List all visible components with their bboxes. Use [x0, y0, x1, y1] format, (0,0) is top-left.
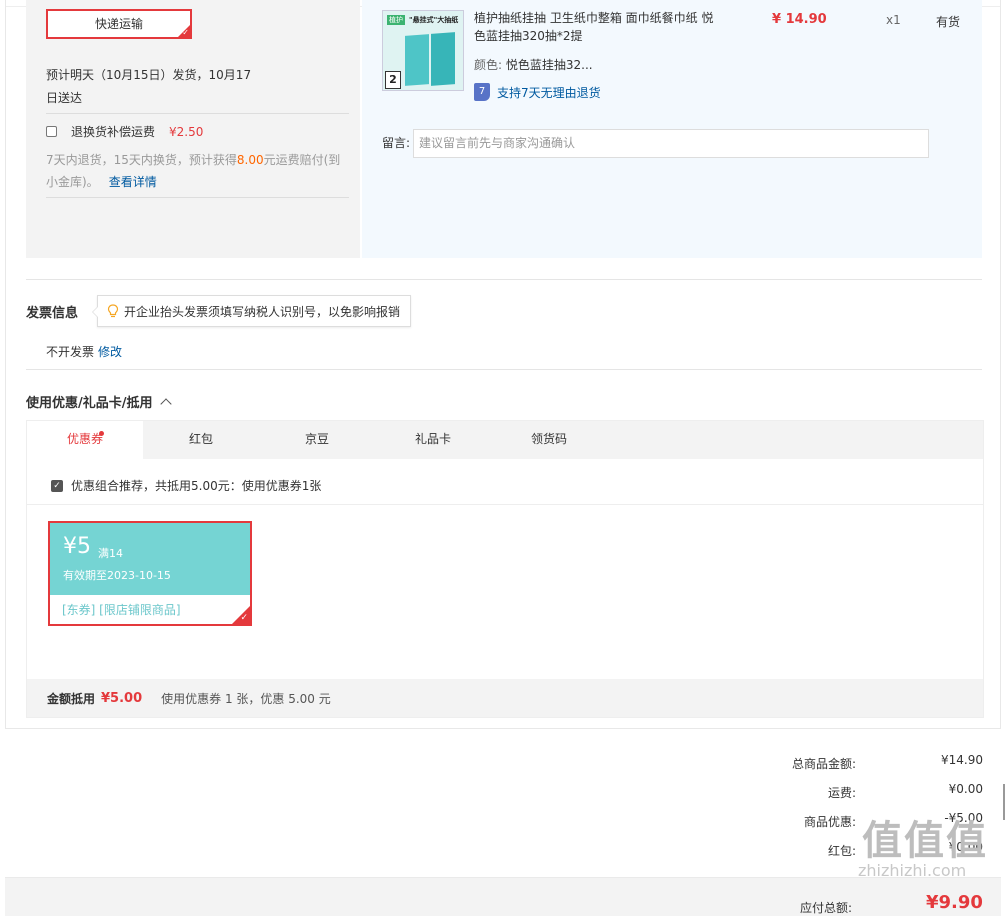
brand-tag: 植护 — [387, 15, 405, 25]
summary-amount: ¥5.00 — [101, 690, 143, 706]
watermark-url: zhizhizhi.com — [858, 861, 967, 880]
tab-coupons[interactable]: 优惠券 — [27, 421, 143, 459]
product-title[interactable]: 植护抽纸挂抽 卫生纸巾整箱 面巾纸餐巾纸 悦色蓝挂抽320抽*2提 — [474, 9, 719, 45]
tab-red-packets[interactable]: 红包 — [143, 421, 259, 459]
product-panel: 植护 "悬挂式"大抽纸 2 植护抽纸挂抽 卫生纸巾整箱 面巾纸餐巾纸 悦色蓝挂抽… — [362, 0, 982, 258]
scrollbar[interactable] — [1003, 784, 1005, 820]
divider — [26, 369, 982, 370]
coupon-section-title: 使用优惠/礼品卡/抵用 — [26, 396, 153, 411]
total-value: ¥0.00 — [948, 782, 983, 796]
total-label: 红包: — [827, 844, 856, 858]
coupon-tags: [东券] [限店铺限商品] — [62, 603, 181, 617]
payable-label: 应付总额: — [800, 901, 853, 915]
color-label: 颜色: — [474, 58, 503, 72]
shipping-method-label: 快递运输 — [94, 17, 143, 31]
total-label: 运费: — [827, 786, 856, 800]
tab-redeem-codes[interactable]: 领货码 — [491, 421, 607, 459]
refund-note-amount: 8.00 — [236, 153, 264, 167]
product-quantity: x1 — [886, 13, 901, 27]
pack-count: 2 — [385, 71, 401, 89]
watermark-logo: 值值值 — [862, 818, 988, 864]
invoice-tip-text: 开企业抬头发票须填写纳税人识别号，以免影响报销 — [124, 304, 401, 319]
divider — [26, 279, 982, 280]
shipping-panel: 快递运输 ✓ 预计明天（10月15日）发货，10月17日送达 退换货补偿运费 ¥… — [26, 0, 360, 258]
divider — [46, 197, 349, 198]
check-icon: ✓ — [182, 28, 189, 37]
return-badge-icon: 7 — [474, 83, 490, 101]
view-details-link[interactable]: 查看详情 — [109, 175, 157, 189]
refund-insurance-checkbox[interactable] — [46, 126, 57, 137]
total-value: ¥14.90 — [941, 753, 983, 767]
right-border — [1000, 0, 1001, 728]
summary-label: 金额抵用 — [47, 691, 96, 706]
total-row: 运费: ¥0.00 — [743, 777, 983, 806]
tab-gift-cards[interactable]: 礼品卡 — [375, 421, 491, 459]
order-box-bottom-border — [5, 728, 1001, 729]
message-label: 留言: — [382, 136, 411, 150]
coupon-card[interactable]: ¥5 满14 有效期至2023-10-15 [东券] [限店铺限商品] ✓ — [48, 521, 252, 626]
coupon-summary-bar: 金额抵用 ¥5.00 使用优惠券 1 张，优惠 5.00 元 — [27, 679, 983, 717]
coupon-combo-row[interactable]: ✓ 优惠组合推荐，共抵用5.00元：使用优惠券1张 — [51, 477, 321, 494]
total-label: 总商品金额: — [791, 757, 856, 771]
refund-note-text: 7天内退货，15天内换货，预计获得 — [46, 153, 237, 167]
divider — [27, 504, 983, 505]
product-price: ¥ 14.90 — [772, 12, 827, 27]
invoice-section-title: 发票信息 — [26, 306, 79, 321]
combo-checkbox[interactable]: ✓ — [51, 479, 63, 492]
shipping-method-button[interactable]: 快递运输 ✓ — [46, 9, 192, 39]
message-input[interactable]: 建议留言前先与商家沟通确认 — [413, 129, 929, 158]
product-image[interactable]: 植护 "悬挂式"大抽纸 2 — [382, 10, 464, 91]
invoice-tip: 开企业抬头发票须填写纳税人识别号，以免影响报销 — [91, 295, 412, 327]
invoice-value: 不开发票 修改 — [46, 343, 122, 360]
combo-text: 优惠组合推荐，共抵用5.00元：使用优惠券1张 — [71, 479, 322, 493]
refund-insurance-price: ¥2.50 — [169, 124, 204, 139]
image-headline: "悬挂式"大抽纸 — [409, 16, 459, 24]
left-border — [5, 0, 6, 728]
new-dot-icon — [99, 431, 104, 436]
product-color: 颜色: 悦色蓝挂抽32... — [474, 56, 593, 73]
coupon-amount: ¥5 — [63, 534, 91, 559]
return-policy[interactable]: 7 支持7天无理由退货 — [474, 83, 601, 101]
color-value: 悦色蓝挂抽32... — [505, 58, 593, 72]
total-row: 总商品金额: ¥14.90 — [743, 748, 983, 777]
stock-status: 有货 — [936, 15, 961, 29]
refund-note: 7天内退货，15天内换货，预计获得8.00元运费赔付(到小金库)。 查看详情 — [46, 149, 351, 193]
coupon-condition: 满14 — [98, 547, 123, 560]
tissue-box-left — [405, 34, 429, 86]
refund-insurance-label: 退换货补偿运费 — [71, 125, 156, 139]
coupon-card-header: ¥5 满14 有效期至2023-10-15 — [50, 523, 250, 595]
coupon-panel: 优惠券 红包 京豆 礼品卡 领货码 ✓ 优惠组合推荐，共抵用5.00元：使用优惠… — [26, 420, 984, 718]
payable-bar: 应付总额: ¥9.90 — [5, 877, 1001, 916]
payable-amount: ¥9.90 — [926, 892, 983, 913]
lightbulb-icon — [107, 304, 119, 318]
tab-label: 优惠券 — [66, 432, 103, 446]
coupon-section-toggle[interactable]: 使用优惠/礼品卡/抵用 — [26, 392, 172, 411]
check-icon: ✓ — [240, 613, 248, 623]
coupon-expiry: 有效期至2023-10-15 — [63, 569, 171, 582]
return-policy-text: 支持7天无理由退货 — [497, 85, 601, 100]
divider — [46, 113, 349, 114]
total-label: 商品优惠: — [803, 815, 856, 829]
coupon-tabs: 优惠券 红包 京豆 礼品卡 领货码 — [27, 421, 983, 459]
chevron-up-icon — [159, 398, 172, 410]
invoice-status: 不开发票 — [46, 345, 95, 359]
summary-note: 使用优惠券 1 张，优惠 5.00 元 — [161, 691, 331, 706]
tissue-box-right — [431, 32, 455, 86]
invoice-edit-link[interactable]: 修改 — [98, 345, 122, 359]
tab-jd-beans[interactable]: 京豆 — [259, 421, 375, 459]
delivery-estimate: 预计明天（10月15日）发货，10月17日送达 — [46, 68, 252, 105]
refund-insurance-row[interactable]: 退换货补偿运费 ¥2.50 — [46, 123, 203, 140]
